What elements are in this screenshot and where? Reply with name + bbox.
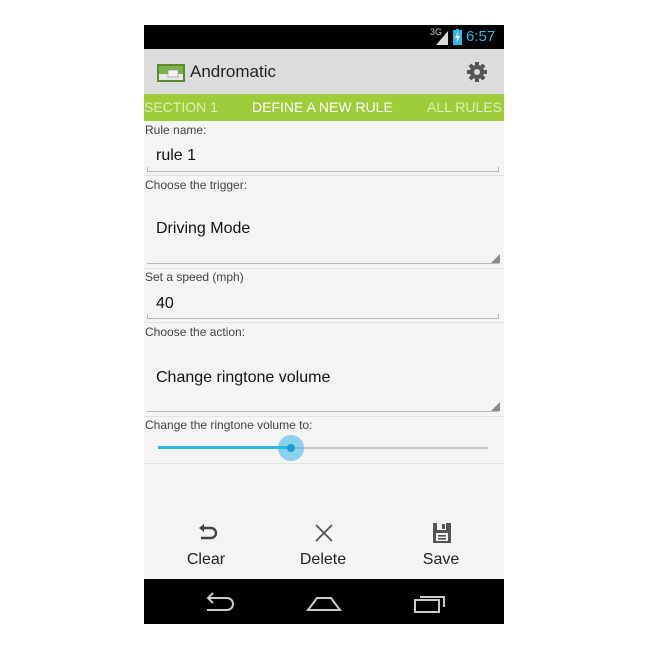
- speed-underline: [147, 314, 499, 319]
- divider: [144, 322, 504, 323]
- save-label: Save: [422, 551, 460, 568]
- navigation-bar: [144, 579, 504, 624]
- slider-fill: [158, 446, 291, 449]
- undo-icon: [199, 524, 218, 540]
- back-icon[interactable]: [199, 589, 239, 615]
- tab-strip: SECTION 1 DEFINE A NEW RULE ALL RULES: [144, 94, 504, 121]
- app-logo-icon: [157, 64, 185, 82]
- app-title: Andromatic: [190, 62, 276, 81]
- tab-section-1[interactable]: SECTION 1: [144, 99, 218, 115]
- trigger-spinner[interactable]: Driving Mode: [144, 193, 504, 264]
- volume-label: Change the ringtone volume to:: [145, 418, 313, 432]
- trigger-value: Driving Mode: [156, 220, 251, 237]
- speed-label: Set a speed (mph): [145, 270, 244, 284]
- trigger-label: Choose the trigger:: [145, 178, 248, 192]
- action-value: Change ringtone volume: [156, 369, 331, 386]
- divider: [144, 416, 504, 417]
- close-icon: [315, 524, 333, 542]
- volume-slider[interactable]: [158, 435, 490, 461]
- clear-button[interactable]: Clear: [151, 520, 261, 574]
- rule-name-input[interactable]: rule 1: [156, 147, 196, 165]
- dropdown-corner-icon: [491, 254, 500, 263]
- status-bar: 3G 6:57: [144, 25, 504, 49]
- save-button[interactable]: Save: [386, 520, 496, 574]
- speed-input[interactable]: 40: [156, 295, 174, 313]
- delete-button[interactable]: Delete: [268, 520, 378, 574]
- divider: [144, 463, 504, 464]
- home-icon[interactable]: [304, 589, 344, 615]
- clear-label: Clear: [186, 551, 226, 568]
- action-spinner[interactable]: Change ringtone volume: [144, 341, 504, 412]
- dropdown-corner-icon: [491, 402, 500, 411]
- action-bar: Andromatic: [144, 49, 504, 94]
- phone-screen: 3G 6:57 Andromatic SECTION 1 DEFINE A NE…: [144, 25, 504, 624]
- clock: 6:57: [466, 28, 496, 45]
- delete-label: Delete: [299, 551, 347, 568]
- tab-all-rules[interactable]: ALL RULES: [427, 99, 502, 115]
- signal-icon: [436, 31, 448, 45]
- slider-thumb-center: [287, 444, 295, 452]
- divider: [144, 175, 504, 176]
- tab-define-new-rule[interactable]: DEFINE A NEW RULE: [252, 99, 393, 115]
- recent-apps-icon[interactable]: [410, 589, 450, 615]
- battery-icon: [453, 29, 462, 45]
- rule-name-underline: [147, 167, 499, 172]
- gear-icon[interactable]: [465, 60, 489, 84]
- action-label: Choose the action:: [145, 325, 246, 339]
- save-icon: [433, 523, 451, 543]
- rule-name-label: Rule name:: [145, 123, 207, 137]
- divider: [144, 268, 504, 269]
